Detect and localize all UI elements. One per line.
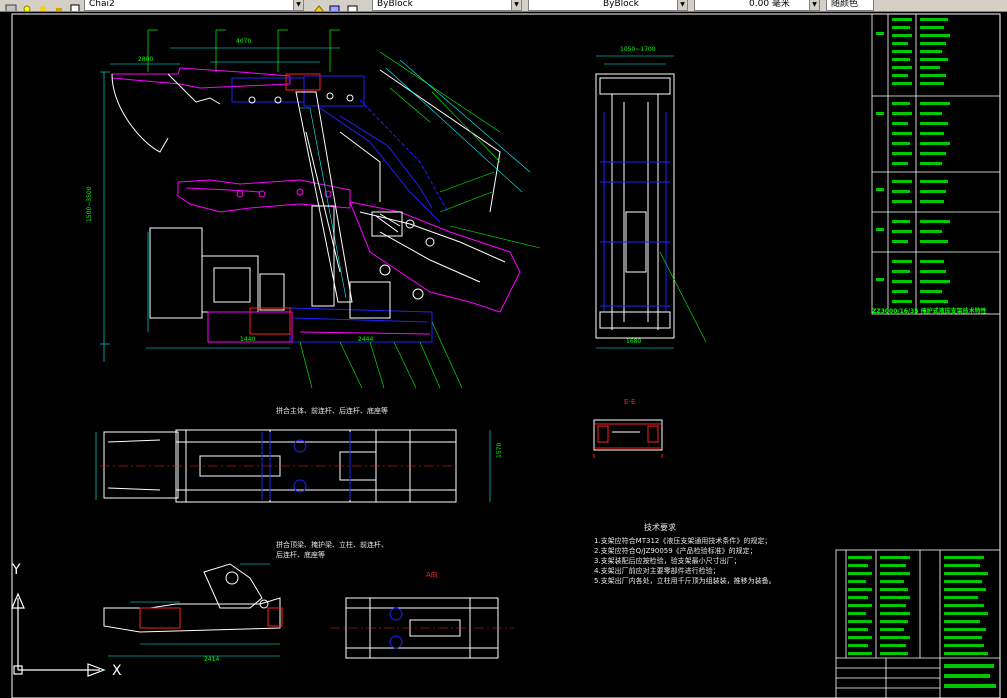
section-ee — [593, 419, 663, 458]
sun-icon[interactable] — [36, 0, 50, 11]
color-swatch-icon[interactable] — [68, 0, 82, 11]
linetype-combo[interactable]: ByBlock ▼ — [372, 0, 522, 11]
side-view — [100, 29, 541, 389]
layer-state-icon[interactable] — [4, 0, 18, 11]
drawing-svg — [11, 13, 1001, 698]
lightbulb-icon[interactable] — [20, 0, 34, 11]
scale-combo-value: 0.00 毫米 — [749, 0, 790, 9]
tech-req-line: 5.支架出厂内各处，立柱用千斤顶为组装装，推移为装备。 — [594, 577, 776, 585]
dim-base-width: 1440 — [240, 336, 256, 343]
dim-top-width: 4070 — [236, 38, 252, 45]
spec-table-caption: ZZ3000/16/35 掩护式液压支架技术特性 — [872, 308, 987, 315]
layer-combo-value: Chai2 — [89, 0, 115, 9]
spec-table-cells — [876, 18, 950, 303]
plan-view — [95, 429, 491, 503]
dim-height-range: 1500~3500 — [86, 186, 93, 222]
color-control-icon[interactable] — [346, 0, 360, 11]
ucs-y-label: Y — [12, 562, 21, 578]
dim-plan-depth: 1680 — [626, 338, 642, 345]
section-ee-label: E-E — [624, 398, 636, 406]
tech-req-line: 3.支架装配后应按检验，验支架最小尺寸出厂； — [594, 557, 741, 565]
make-current-icon[interactable] — [312, 0, 326, 11]
tech-req-line: 1.支架应符合MT312《液压支架通用技术条件》的规定； — [594, 537, 772, 545]
properties-toolbar: Chai2 ▼ ByBlock ▼ ByBlock ▼ 0.00 毫米 ▼ 随颜… — [0, 0, 1007, 12]
drawing-frame — [11, 13, 1001, 698]
linetype-combo-value: ByBlock — [377, 0, 413, 9]
drawing-canvas[interactable]: Y X 4070 2800 1500~3500 1050~1700 1680 2… — [0, 12, 1007, 698]
dim-base-len: 2444 — [358, 336, 374, 343]
detail-label: A向 — [426, 571, 438, 579]
bottom-plan-view — [330, 597, 514, 659]
chevron-down-icon[interactable]: ▼ — [511, 0, 521, 10]
bottom-side-view — [103, 563, 283, 657]
view-label-bottom-1: 拼合顶梁、掩护梁、立柱、前连杆、 — [276, 541, 388, 549]
tech-req-line: 4.支架出厂前应对主要零部件进行检验； — [594, 567, 720, 575]
ucs-x-label: X — [112, 663, 122, 679]
tech-req-title: 技术要求 — [644, 523, 676, 532]
layer-previous-icon[interactable] — [328, 0, 342, 11]
ucs-icon — [11, 592, 106, 677]
chevron-down-icon[interactable]: ▼ — [677, 0, 687, 10]
lineweight-combo-value: ByBlock — [603, 0, 639, 9]
end-view — [595, 55, 707, 349]
lock-icon[interactable] — [52, 0, 66, 11]
lineweight-combo[interactable]: ByBlock ▼ — [528, 0, 688, 11]
dim-bottom-len: 2414 — [204, 656, 220, 663]
dim-plan-width: 1050~1700 — [620, 46, 656, 53]
scale-combo[interactable]: 0.00 毫米 ▼ — [694, 0, 820, 11]
chevron-down-icon[interactable]: ▼ — [809, 0, 819, 10]
dim-plan-view-height: 1570 — [496, 442, 503, 458]
tech-req-line: 2.支架应符合Q/JZ90059《产品检验标准》的规定； — [594, 547, 757, 555]
view-label-bottom-2: 后连杆、底座等 — [276, 551, 325, 559]
dim-top-left: 2800 — [138, 56, 154, 63]
plotstyle-combo[interactable]: 随颜色 — [826, 0, 874, 11]
view-label-top: 拼合主体、前连杆、后连杆、底座等 — [276, 407, 388, 415]
layer-combo[interactable]: Chai2 ▼ — [84, 0, 304, 11]
plotstyle-combo-value: 随颜色 — [831, 0, 859, 9]
chevron-down-icon[interactable]: ▼ — [293, 0, 303, 10]
